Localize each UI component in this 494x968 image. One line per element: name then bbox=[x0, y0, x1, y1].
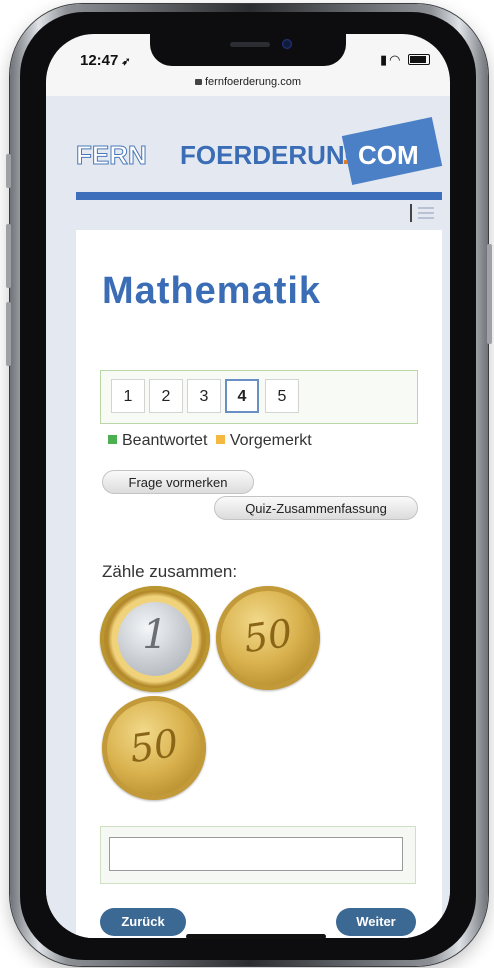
question-prompt: Zähle zusammen: bbox=[102, 562, 238, 581]
menu-line bbox=[418, 217, 434, 219]
header-divider bbox=[76, 192, 442, 200]
status-time: 12:47 ➶ bbox=[80, 52, 131, 69]
volume-down-button bbox=[6, 302, 11, 366]
battery-icon bbox=[408, 54, 431, 65]
next-button[interactable]: Weiter bbox=[336, 908, 416, 936]
marked-color-icon bbox=[215, 435, 225, 444]
question-3-button[interactable]: 3 bbox=[187, 379, 221, 413]
page-title: Mathematik bbox=[102, 270, 322, 312]
mark-question-button[interactable]: Frage vormerken bbox=[102, 470, 254, 494]
quiz-summary-button[interactable]: Quiz-Zusammenfassung bbox=[214, 496, 418, 520]
signal-icon: ▮ bbox=[380, 52, 390, 67]
back-button[interactable]: Zurück bbox=[100, 908, 186, 936]
volume-up-button bbox=[6, 224, 11, 288]
answered-label: Beantwortet bbox=[122, 432, 208, 449]
menu-line bbox=[418, 207, 434, 209]
logo-foerderung: FOERDERUNG bbox=[180, 140, 365, 170]
question-2-button[interactable]: 2 bbox=[149, 379, 183, 413]
browser-url-bar[interactable]: fernfoerderung.com bbox=[46, 76, 450, 88]
question-5-button[interactable]: 5 bbox=[265, 379, 299, 413]
logo-fern: FERN bbox=[76, 140, 148, 171]
fifty-cent-coin-icon: 50 bbox=[102, 696, 206, 800]
mute-switch bbox=[6, 154, 11, 188]
answer-container bbox=[100, 826, 416, 884]
status-icons: ▮◠ bbox=[380, 52, 431, 68]
question-navigation: 1 2 3 4 5 bbox=[100, 370, 418, 424]
coin-value: 50 bbox=[240, 610, 295, 662]
lock-icon bbox=[195, 79, 202, 85]
answer-input[interactable] bbox=[109, 837, 403, 871]
logo-dot: . bbox=[342, 140, 350, 170]
logo-com: COM bbox=[358, 140, 419, 170]
phone-screen: 12:47 ➶ ▮◠ fernfoerderung.com FERN FOERD… bbox=[46, 34, 450, 938]
speaker-grille bbox=[230, 42, 270, 47]
menu-line bbox=[418, 212, 434, 214]
menu-divider bbox=[410, 204, 412, 222]
phone-notch bbox=[150, 34, 346, 66]
question-4-button[interactable]: 4 bbox=[225, 379, 259, 413]
url-text: fernfoerderung.com bbox=[205, 76, 301, 88]
question-1-button[interactable]: 1 bbox=[111, 379, 145, 413]
home-indicator[interactable] bbox=[186, 934, 326, 939]
status-legend: Beantwortet Vorgemerkt bbox=[108, 432, 312, 450]
hamburger-menu-icon[interactable] bbox=[410, 204, 434, 222]
marked-label: Vorgemerkt bbox=[229, 432, 312, 449]
answered-color-icon bbox=[108, 435, 117, 444]
coin-value: 50 bbox=[126, 720, 181, 772]
fifty-cent-coin-icon: 50 bbox=[216, 586, 320, 690]
wifi-icon: ◠ bbox=[389, 52, 403, 67]
one-euro-coin-icon: 1 bbox=[100, 586, 210, 692]
front-camera-icon bbox=[282, 39, 292, 49]
coin-value: 1 bbox=[142, 612, 168, 658]
power-button bbox=[487, 244, 492, 344]
